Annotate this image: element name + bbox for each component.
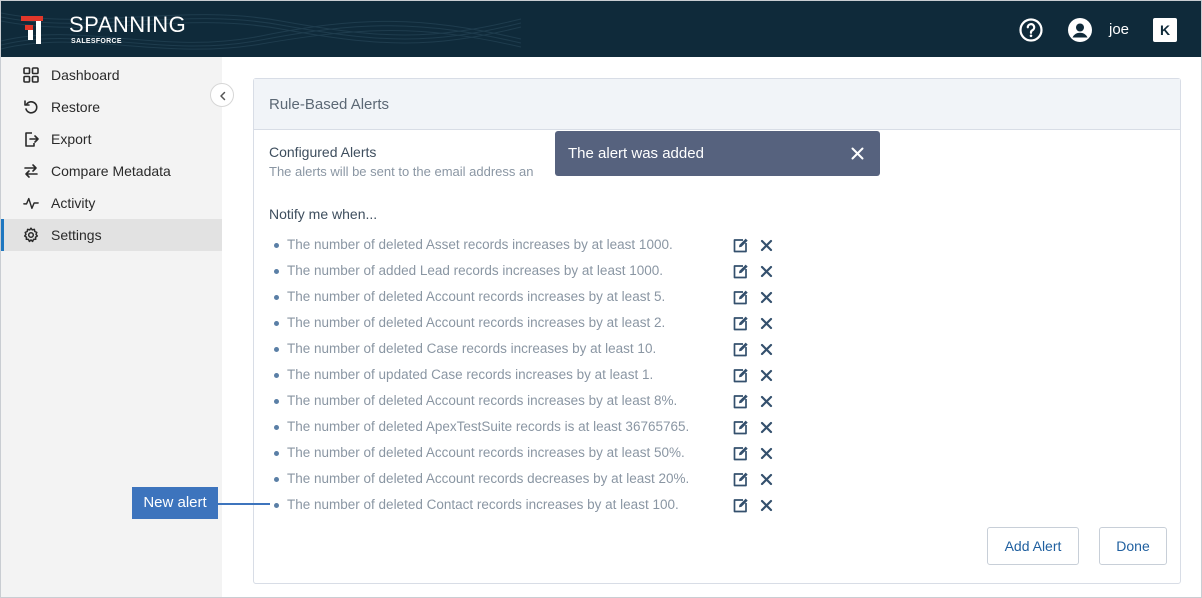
active-indicator (1, 219, 4, 251)
alert-text: The number of added Lead records increas… (287, 263, 663, 278)
alert-list-item: The number of deleted Account records de… (274, 469, 784, 491)
bullet-dot (274, 477, 279, 482)
alert-text: The number of deleted Contact records in… (287, 497, 679, 512)
sidebar-item-label: Restore (51, 99, 101, 115)
top-bar: SPANNING SALESFORCE joe K (1, 1, 1201, 57)
alert-list-item: The number of deleted Account records in… (274, 313, 784, 335)
edit-icon[interactable] (732, 289, 749, 306)
bullet-dot (274, 269, 279, 274)
alert-list-item: The number of deleted Account records in… (274, 287, 784, 309)
callout-connector-line (218, 503, 270, 505)
bullet-dot (274, 243, 279, 248)
configured-alerts-title: Configured Alerts (269, 144, 377, 160)
bullet-dot (274, 321, 279, 326)
edit-icon[interactable] (732, 367, 749, 384)
delete-icon[interactable] (760, 343, 773, 356)
configured-alerts-description: The alerts will be sent to the email add… (269, 164, 534, 179)
done-button[interactable]: Done (1099, 527, 1167, 565)
bullet-dot (274, 373, 279, 378)
alert-text: The number of deleted Account records in… (287, 315, 666, 330)
delete-icon[interactable] (760, 421, 773, 434)
notify-label: Notify me when... (269, 206, 378, 222)
bullet-dot (274, 451, 279, 456)
logo-subtitle: SALESFORCE (71, 38, 122, 45)
sidebar-item-label: Export (51, 131, 92, 147)
edit-icon[interactable] (732, 497, 749, 514)
logo-title: SPANNING (69, 12, 187, 37)
alert-text: The number of updated Case records incre… (287, 367, 654, 382)
sidebar-item-restore[interactable]: Restore (1, 91, 222, 123)
alert-text: The number of deleted Account records in… (287, 393, 678, 408)
delete-icon[interactable] (760, 239, 773, 252)
sidebar-item-activity[interactable]: Activity (1, 187, 222, 219)
delete-icon[interactable] (760, 265, 773, 278)
sidebar-item-export[interactable]: Export (1, 123, 222, 155)
delete-icon[interactable] (760, 369, 773, 382)
delete-icon[interactable] (760, 291, 773, 304)
alert-list-item: The number of deleted Account records in… (274, 443, 784, 465)
gear-icon (23, 227, 39, 243)
edit-icon[interactable] (732, 471, 749, 488)
card-header: Rule-Based Alerts (254, 79, 1180, 130)
alert-text: The number of deleted Account records in… (287, 445, 685, 460)
close-icon[interactable] (851, 147, 864, 160)
dashboard-icon (23, 67, 39, 83)
alert-list-item: The number of updated Case records incre… (274, 365, 784, 387)
alert-text: The number of deleted Account records in… (287, 289, 666, 304)
card-title: Rule-Based Alerts (269, 96, 390, 113)
spanning-logo-icon (21, 16, 43, 44)
chevron-left-icon (220, 91, 226, 101)
alert-list-item: The number of deleted Account records in… (274, 391, 784, 413)
sidebar-item-label: Compare Metadata (51, 163, 171, 179)
brand-glyph: K (1159, 22, 1171, 38)
edit-icon[interactable] (732, 263, 749, 280)
alert-list-item: The number of deleted Contact records in… (274, 495, 784, 517)
sidebar-item-settings[interactable]: Settings (1, 219, 222, 251)
alert-text: The number of deleted Account records de… (287, 471, 690, 486)
bullet-dot (274, 347, 279, 352)
alert-list-item: The number of deleted Asset records incr… (274, 235, 784, 257)
app-window: SPANNING SALESFORCE joe K Dashboard Rest… (0, 0, 1202, 598)
alert-text: The number of deleted Case records incre… (287, 341, 657, 356)
add-alert-button[interactable]: Add Alert (987, 527, 1079, 565)
sidebar-item-compare-metadata[interactable]: Compare Metadata (1, 155, 222, 187)
sidebar-item-label: Dashboard (51, 67, 120, 83)
brand-icon[interactable]: K (1153, 18, 1177, 42)
edit-icon[interactable] (732, 419, 749, 436)
edit-icon[interactable] (732, 341, 749, 358)
sidebar-item-label: Activity (51, 195, 96, 211)
alert-list-item: The number of deleted ApexTestSuite reco… (274, 417, 784, 439)
new-alert-callout: New alert (132, 487, 218, 519)
toast-message: The alert was added (568, 145, 704, 162)
edit-icon[interactable] (732, 393, 749, 410)
restore-icon (24, 100, 38, 114)
compare-icon (24, 164, 38, 178)
help-icon[interactable] (1019, 18, 1043, 42)
bullet-dot (274, 503, 279, 508)
user-avatar-icon[interactable] (1068, 18, 1092, 42)
collapse-sidebar-button[interactable] (210, 83, 234, 107)
sidebar-item-label: Settings (51, 227, 102, 243)
alert-text: The number of deleted ApexTestSuite reco… (287, 419, 690, 434)
bullet-dot (274, 295, 279, 300)
delete-icon[interactable] (760, 395, 773, 408)
alert-list-item: The number of deleted Case records incre… (274, 339, 784, 361)
alert-list-item: The number of added Lead records increas… (274, 261, 784, 283)
toast-notification: The alert was added (555, 131, 880, 176)
bullet-dot (274, 425, 279, 430)
edit-icon[interactable] (732, 315, 749, 332)
delete-icon[interactable] (760, 473, 773, 486)
export-icon (25, 132, 39, 147)
edit-icon[interactable] (732, 445, 749, 462)
delete-icon[interactable] (760, 447, 773, 460)
alert-text: The number of deleted Asset records incr… (287, 237, 673, 252)
activity-icon (23, 197, 39, 210)
edit-icon[interactable] (732, 237, 749, 254)
bullet-dot (274, 399, 279, 404)
delete-icon[interactable] (760, 317, 773, 330)
delete-icon[interactable] (760, 499, 773, 512)
sidebar-item-dashboard[interactable]: Dashboard (1, 59, 222, 91)
username[interactable]: joe (1109, 21, 1129, 38)
